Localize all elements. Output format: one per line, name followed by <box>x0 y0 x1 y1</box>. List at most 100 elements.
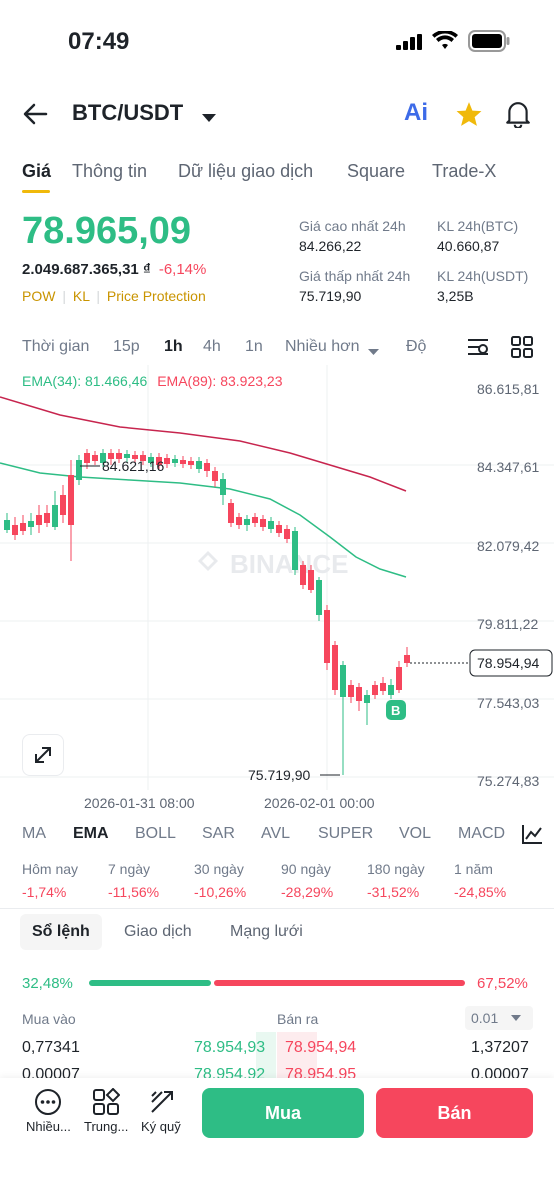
candle <box>28 521 34 527</box>
buy-percent: 32,48% <box>22 975 73 992</box>
current-price-label: 78.954,94 <box>477 655 539 671</box>
last-price: 78.965,09 <box>22 210 192 252</box>
candle <box>356 687 362 701</box>
tab-info[interactable]: Thông tin <box>72 161 147 182</box>
margin-icon <box>151 1091 173 1113</box>
ind-ma[interactable]: MA <box>22 825 46 843</box>
expand-icon <box>35 747 51 763</box>
tf-depth[interactable]: Độ <box>406 338 426 356</box>
bid-price[interactable]: 78.954,93 <box>194 1039 265 1057</box>
back-icon[interactable] <box>22 103 48 130</box>
ask-qty[interactable]: 1,37207 <box>471 1039 529 1057</box>
candle <box>52 505 58 527</box>
tab-orderbook[interactable]: Sổ lệnh <box>32 923 90 941</box>
tab-trades[interactable]: Giao dịch <box>124 923 192 941</box>
tag-pow[interactable]: POW <box>22 288 55 304</box>
margin-button[interactable] <box>148 1088 176 1121</box>
tab-trading-data[interactable]: Dữ liệu giao dịch <box>178 161 313 182</box>
ind-sar[interactable]: SAR <box>202 825 235 843</box>
tab-square[interactable]: Square <box>347 161 405 182</box>
ema89-line <box>0 396 407 492</box>
candle <box>268 521 274 529</box>
candle <box>220 479 226 495</box>
tf-15m[interactable]: 15p <box>113 338 140 356</box>
perf-value: -10,26% <box>194 884 247 900</box>
candle <box>252 517 258 523</box>
precision-value: 0.01 <box>471 1010 499 1026</box>
candle <box>388 685 394 695</box>
high-value: 84.266,22 <box>299 238 362 254</box>
x-label: 2026-01-31 08:00 <box>84 795 195 811</box>
candle <box>228 503 234 523</box>
ind-ema[interactable]: EMA <box>73 825 109 843</box>
ind-super[interactable]: SUPER <box>318 825 373 843</box>
pair-title[interactable]: BTC/USDT <box>72 100 183 126</box>
buy-marker-label: B <box>391 703 400 718</box>
perf-label: 7 ngày <box>108 861 151 877</box>
candle <box>372 685 378 695</box>
tf-4h[interactable]: 4h <box>203 338 221 356</box>
star-icon[interactable] <box>455 101 483 132</box>
candle <box>4 520 10 530</box>
candle <box>396 667 402 690</box>
y-label: 79.811,22 <box>477 616 538 632</box>
fiat-price: 2.049.687.365,31 ₫ -6,14% <box>22 261 206 278</box>
chevron-down-icon[interactable] <box>368 343 379 361</box>
fullscreen-button[interactable] <box>22 734 64 776</box>
tf-1h[interactable]: 1h <box>164 338 183 356</box>
candle <box>348 685 354 697</box>
bid-qty[interactable]: 0,77341 <box>22 1039 80 1057</box>
candle <box>284 529 290 539</box>
binance-logo-icon <box>198 551 218 571</box>
tab-price[interactable]: Giá <box>22 161 51 182</box>
low-label: 75.719,90 <box>248 767 310 783</box>
ratio-bar-buy <box>89 980 212 986</box>
tag-price-protection[interactable]: Price Protection <box>107 288 206 304</box>
buy-button[interactable]: Mua <box>202 1088 364 1138</box>
middle-button[interactable] <box>92 1087 121 1121</box>
ind-avl[interactable]: AVL <box>261 825 290 843</box>
candles <box>4 449 410 775</box>
candle <box>164 458 170 464</box>
precision-select[interactable]: 0.01 <box>465 1006 533 1030</box>
indicator-settings-icon[interactable] <box>521 823 543 850</box>
sell-button[interactable]: Bán <box>376 1088 533 1138</box>
tab-network[interactable]: Mạng lưới <box>230 923 303 941</box>
tag-kl[interactable]: KL <box>73 288 90 304</box>
chart-settings-icon[interactable] <box>467 336 489 363</box>
section-divider <box>0 908 554 909</box>
chevron-down-icon[interactable] <box>202 110 216 128</box>
candle <box>204 463 210 471</box>
bell-icon[interactable] <box>505 100 531 133</box>
ask-price[interactable]: 78.954,94 <box>285 1039 356 1057</box>
tf-more[interactable]: Nhiều hơn <box>285 338 360 356</box>
candle <box>300 565 306 585</box>
more-button[interactable] <box>34 1088 62 1121</box>
perf-label: 90 ngày <box>281 861 331 877</box>
tab-tradex[interactable]: Trade-X <box>432 161 496 182</box>
ind-vol[interactable]: VOL <box>399 825 431 843</box>
more-icon <box>35 1089 61 1115</box>
candle <box>332 645 338 690</box>
tf-1d[interactable]: 1n <box>245 338 263 356</box>
low-value: 75.719,90 <box>299 288 362 304</box>
y-label: 84.347,61 <box>477 459 539 475</box>
candle <box>244 519 250 525</box>
grid-layout-icon[interactable] <box>511 336 533 363</box>
y-axis-labels: 86.615,81 84.347,61 82.079,42 79.811,22 … <box>477 381 539 789</box>
sell-column-label: Bán ra <box>277 1011 319 1027</box>
perf-label: 30 ngày <box>194 861 244 877</box>
ind-macd[interactable]: MACD <box>458 825 505 843</box>
ai-icon[interactable]: Ai <box>404 99 428 127</box>
candle <box>180 460 186 464</box>
perf-value: -28,29% <box>281 884 334 900</box>
ind-boll[interactable]: BOLL <box>135 825 176 843</box>
y-label: 86.615,81 <box>477 381 539 397</box>
tf-time[interactable]: Thời gian <box>22 338 89 356</box>
candle <box>276 525 282 533</box>
battery-icon <box>468 30 510 57</box>
x-axis-labels: 2026-01-31 08:00 2026-02-01 00:00 <box>84 795 375 811</box>
low-label: Giá thấp nhất 24h <box>299 268 411 284</box>
y-label: 75.274,83 <box>477 773 539 789</box>
price-chart[interactable]: BINANCE 84.621,16 75.719,90 78.954,94 86… <box>0 365 554 825</box>
